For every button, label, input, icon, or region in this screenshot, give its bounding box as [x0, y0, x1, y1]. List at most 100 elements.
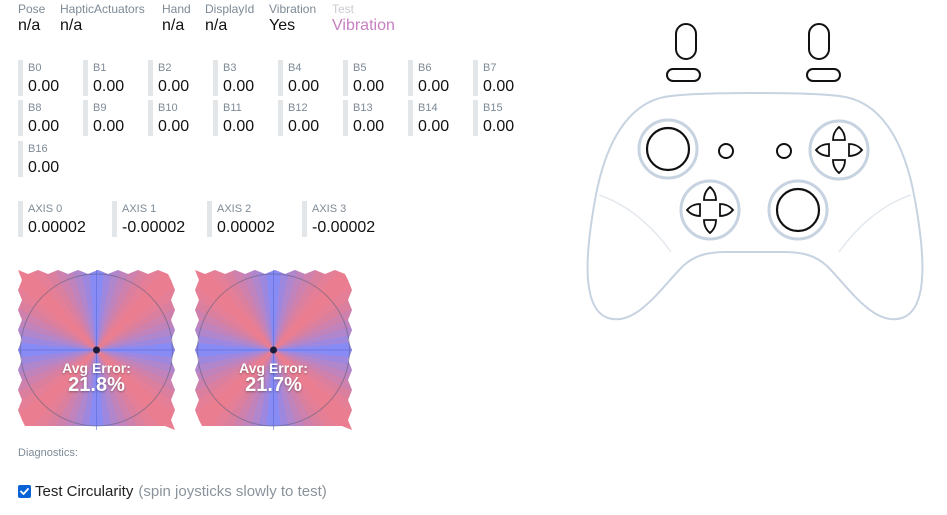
info-test[interactable]: Test Vibration: [332, 2, 395, 35]
right-bumper: [806, 68, 841, 82]
info-display-id: DisplayId n/a: [205, 2, 254, 35]
controller-grip-line-left: [598, 194, 672, 253]
left-stick: [645, 126, 691, 172]
test-circularity-label[interactable]: Test Circularity: [35, 483, 133, 500]
button-label: B16: [28, 143, 48, 155]
button-value: 0.00: [223, 118, 255, 135]
info-label: HapticActuators: [60, 2, 145, 16]
button-value: 0.00: [418, 78, 450, 95]
button-label: B1: [93, 62, 107, 74]
button-label: B14: [418, 102, 438, 114]
diagnostics-title: Diagnostics:: [18, 447, 78, 459]
button-cell-b2: B2 0.00: [148, 60, 189, 96]
button-cell-b12: B12 0.00: [278, 100, 319, 136]
button-label: B4: [288, 62, 302, 74]
dpad-down: [703, 219, 717, 235]
face-button-left: [814, 143, 830, 157]
button-value: 0.00: [28, 78, 60, 95]
button-value: 0.00: [353, 78, 385, 95]
button-label: B3: [223, 62, 237, 74]
button-cell-b7: B7 0.00: [473, 60, 514, 96]
avg-error-value: 21.8%: [68, 374, 125, 396]
left-bumper: [666, 68, 701, 82]
axis-label: AXIS 0: [28, 203, 63, 215]
left-stick-plot: [18, 270, 175, 430]
axis-value: -0.00002: [312, 219, 376, 236]
button-value: 0.00: [483, 78, 515, 95]
button-cell-b1: B1 0.00: [83, 60, 124, 96]
button-cell-b5: B5 0.00: [343, 60, 384, 96]
info-value: Yes: [269, 17, 296, 34]
button-label: B6: [418, 62, 432, 74]
face-button-top: [832, 125, 846, 141]
button-label: B2: [158, 62, 172, 74]
button-value: 0.00: [288, 118, 320, 135]
avg-error-value: 21.7%: [245, 374, 302, 396]
info-pose: Pose n/a: [18, 2, 45, 35]
info-value: n/a: [60, 17, 83, 34]
stick-position-dot: [93, 346, 100, 354]
button-value: 0.00: [93, 78, 125, 95]
button-value: 0.00: [158, 118, 190, 135]
info-label: Test: [332, 2, 355, 16]
right-stick-circularity: Avg Error: 21.7%: [195, 270, 352, 430]
face-buttons-ring: [808, 119, 870, 181]
right-stick-plot: [195, 270, 352, 430]
axis-value: 0.00002: [217, 219, 275, 236]
gamepad-diagram: [586, 23, 924, 321]
button-cell-b13: B13 0.00: [343, 100, 384, 136]
info-value: n/a: [205, 17, 228, 34]
button-value: 0.00: [353, 118, 385, 135]
button-cell-b4: B4 0.00: [278, 60, 319, 96]
info-label: Vibration: [269, 2, 317, 16]
button-cell-b6: B6 0.00: [408, 60, 449, 96]
button-cell-b15: B15 0.00: [473, 100, 514, 136]
button-cell-b8: B8 0.00: [18, 100, 59, 136]
test-circularity-checkbox[interactable]: [18, 485, 31, 498]
button-value: 0.00: [483, 118, 515, 135]
button-cell-b10: B10 0.00: [148, 100, 189, 136]
button-label: B10: [158, 102, 178, 114]
button-label: B9: [93, 102, 107, 114]
controller-body-outline: [586, 92, 924, 321]
info-value: n/a: [18, 17, 41, 34]
dpad-ring: [679, 179, 741, 241]
button-cell-b9: B9 0.00: [83, 100, 124, 136]
left-trigger: [675, 23, 697, 60]
button-cell-b16: B16 0.00: [18, 141, 59, 177]
axis-cell-1: AXIS 1 -0.00002: [112, 201, 185, 237]
right-trigger: [808, 23, 830, 60]
view-button: [718, 143, 734, 159]
button-label: B7: [483, 62, 497, 74]
info-haptic-actuators: HapticActuators n/a: [60, 2, 145, 35]
axis-value: 0.00002: [28, 219, 86, 236]
button-value: 0.00: [158, 78, 190, 95]
button-label: B11: [223, 102, 242, 114]
test-circularity-hint: (spin joysticks slowly to test): [138, 483, 327, 500]
test-circularity-row[interactable]: Test Circularity (spin joysticks slowly …: [18, 483, 327, 500]
axis-label: AXIS 1: [122, 203, 157, 215]
stick-position-dot: [270, 346, 277, 354]
check-icon: [20, 488, 29, 495]
axis-cell-2: AXIS 2 0.00002: [207, 201, 275, 237]
button-cell-b14: B14 0.00: [408, 100, 449, 136]
info-label: Hand: [162, 2, 191, 16]
button-label: B8: [28, 102, 42, 114]
button-value: 0.00: [288, 78, 320, 95]
button-label: B0: [28, 62, 42, 74]
test-vibration-link[interactable]: Vibration: [332, 16, 395, 35]
face-button-bottom: [832, 159, 846, 175]
axis-cell-3: AXIS 3 -0.00002: [302, 201, 375, 237]
button-value: 0.00: [418, 118, 450, 135]
info-label: Pose: [18, 2, 46, 16]
left-stick-circularity: Avg Error: 21.8%: [18, 270, 175, 430]
menu-button: [776, 143, 792, 159]
button-label: B12: [288, 102, 308, 114]
info-label: DisplayId: [205, 2, 255, 16]
controller-grip-line-right: [838, 194, 912, 253]
axis-label: AXIS 2: [217, 203, 252, 215]
dpad-left: [685, 203, 701, 217]
axis-cell-0: AXIS 0 0.00002: [18, 201, 86, 237]
button-value: 0.00: [93, 118, 125, 135]
button-label: B13: [353, 102, 373, 114]
